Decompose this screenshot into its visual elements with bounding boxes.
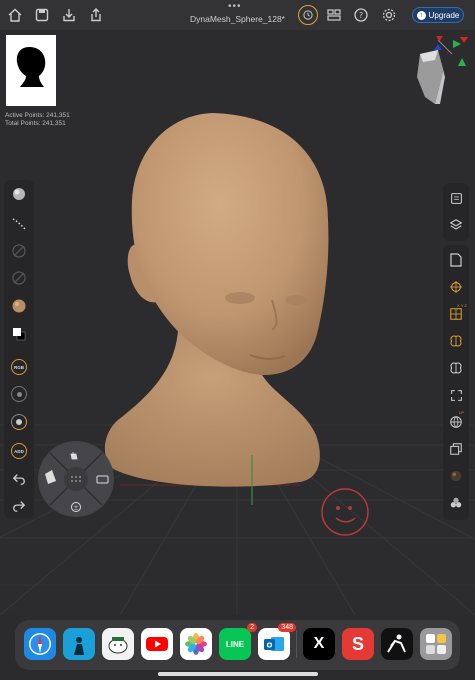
share-icon[interactable]	[87, 6, 105, 24]
right-toolbar: X Y Z LP	[443, 245, 469, 520]
outlook-notification-badge: 348	[278, 623, 296, 632]
help-icon[interactable]: ?	[352, 6, 370, 24]
top-bar: ••• DynaMesh_Sphere_128* ? ↑ Upgrade	[0, 0, 475, 30]
active-points-label: Active Points: 241,351	[5, 112, 70, 119]
x-app-icon[interactable]: X	[303, 628, 335, 660]
upgrade-arrow-icon: ↑	[416, 10, 426, 20]
svg-text:?: ?	[359, 11, 363, 20]
color-swatch-icon[interactable]	[10, 325, 28, 343]
line-app-label: LINE	[225, 639, 245, 649]
texture-disabled-icon[interactable]	[10, 269, 28, 287]
add-mode-toggle[interactable]: ADD	[10, 442, 28, 460]
svg-text:±: ±	[73, 505, 78, 512]
focal-shift-icon	[11, 414, 27, 430]
youtube-app-icon[interactable]	[141, 628, 173, 660]
upgrade-label: Upgrade	[428, 10, 460, 20]
rgb-label: RGB	[11, 359, 27, 375]
layers-icon[interactable]	[447, 216, 465, 234]
ios-dock: LINE 2 O 348 X S	[15, 620, 460, 670]
rgb-toggle[interactable]: RGB	[10, 358, 28, 376]
perspective-icon[interactable]	[447, 278, 465, 296]
xyz-label: X Y Z	[457, 303, 467, 308]
mesh-stats: Active Points: 241,351 Total Points: 241…	[5, 112, 70, 128]
alpha-disabled-icon[interactable]	[10, 242, 28, 260]
transparency-icon[interactable]	[447, 413, 465, 431]
lp-label: LP	[459, 410, 464, 415]
undo-icon[interactable]	[10, 470, 28, 488]
frame-icon[interactable]	[447, 386, 465, 404]
focal-shift-dial[interactable]	[10, 413, 28, 431]
total-points-label: Total Points: 241,351	[5, 120, 66, 127]
rgb-intensity-dial[interactable]	[10, 385, 28, 403]
settings-gear-icon[interactable]	[380, 6, 398, 24]
material-icon[interactable]	[10, 297, 28, 315]
dock-divider	[296, 630, 297, 658]
app-folder-icon[interactable]	[420, 628, 452, 660]
head-silhouette-icon	[16, 47, 46, 87]
line-notification-badge: 2	[247, 623, 257, 632]
photos-app-icon[interactable]	[180, 628, 212, 660]
more-menu-icon[interactable]: •••	[228, 1, 242, 12]
save-icon[interactable]	[33, 6, 51, 24]
upgrade-button[interactable]: ↑ Upgrade	[412, 7, 464, 23]
home-icon[interactable]	[6, 6, 24, 24]
safari-app-icon[interactable]	[24, 628, 56, 660]
s-app-label: S	[351, 633, 364, 654]
view-cube-gizmo[interactable]	[405, 32, 471, 108]
line-app-icon[interactable]: LINE 2	[219, 623, 257, 660]
zbrush-app-icon[interactable]	[381, 628, 413, 660]
symmetry-icon[interactable]	[447, 332, 465, 350]
import-icon[interactable]	[60, 6, 78, 24]
s-app-icon[interactable]: S	[342, 628, 374, 660]
sculpt-thumbnail[interactable]	[6, 35, 56, 106]
floor-grid	[0, 113, 475, 615]
sheep-app-icon[interactable]	[102, 628, 134, 660]
subtools-icon[interactable]	[447, 494, 465, 512]
navigation-wheel-graphic: ±	[39, 442, 113, 516]
mirror-icon[interactable]	[447, 359, 465, 377]
polyframe-icon[interactable]	[447, 440, 465, 458]
layout-icon[interactable]	[325, 6, 343, 24]
home-indicator[interactable]	[158, 672, 318, 676]
outlook-app-icon[interactable]: O 348	[258, 623, 296, 660]
history-icon[interactable]	[298, 5, 318, 25]
dial-ring-icon	[11, 386, 27, 402]
sculpt-viewport[interactable]	[0, 30, 475, 615]
x-app-label: X	[313, 635, 325, 652]
add-label: ADD	[11, 443, 27, 459]
document-icon[interactable]	[447, 251, 465, 269]
right-top-toolbar	[443, 183, 469, 241]
left-toolbar: RGB ADD	[4, 180, 34, 518]
stroke-icon[interactable]	[10, 214, 28, 232]
redo-icon[interactable]	[10, 497, 28, 515]
svg-text:O: O	[267, 642, 273, 650]
navigation-wheel[interactable]: ±	[38, 441, 114, 517]
brush-tool-icon[interactable]	[10, 184, 28, 202]
matcap-sphere-icon[interactable]	[447, 467, 465, 485]
kindle-app-icon[interactable]	[63, 628, 95, 660]
panel-list-icon[interactable]	[447, 189, 465, 207]
